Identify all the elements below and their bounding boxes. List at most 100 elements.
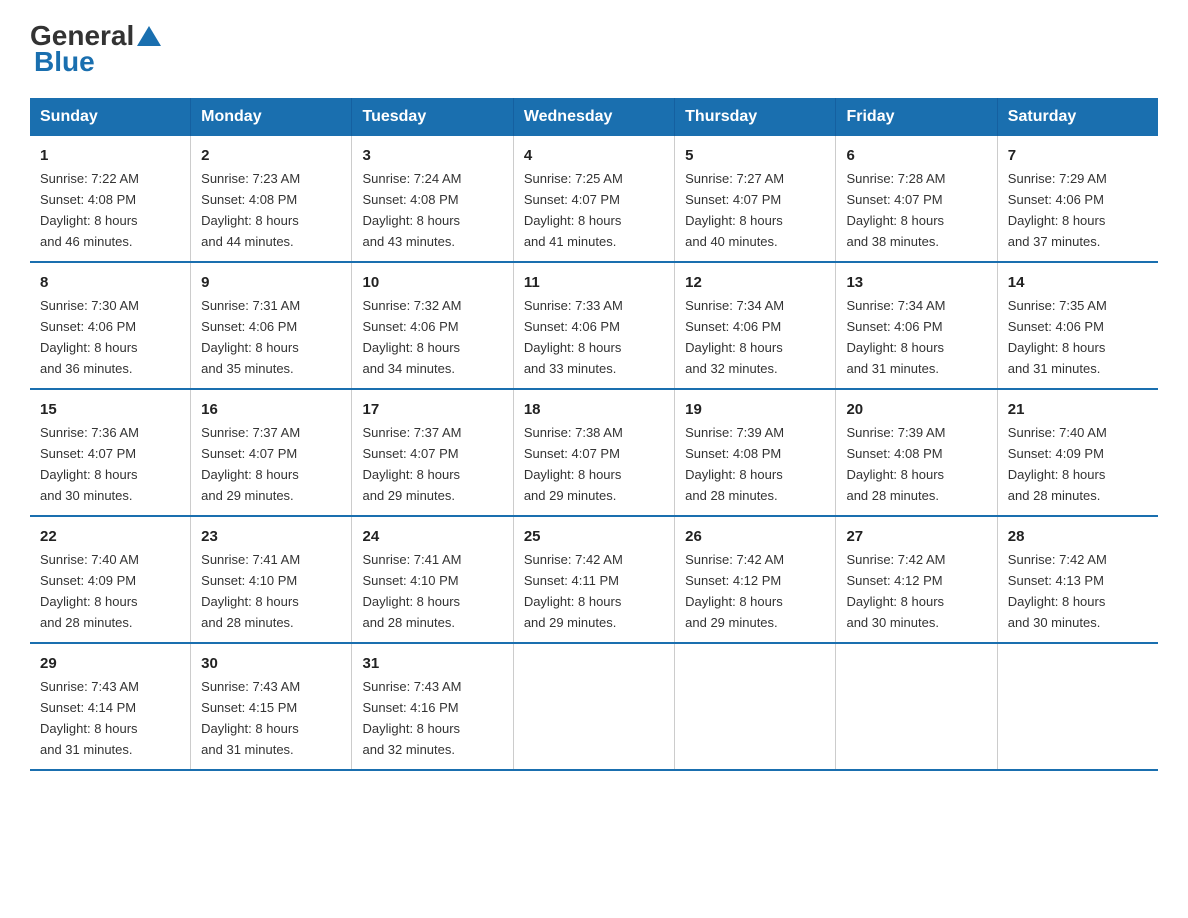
day-number: 20 — [846, 398, 986, 421]
day-info: Sunrise: 7:25 AMSunset: 4:07 PMDaylight:… — [524, 171, 623, 249]
calendar-week-row: 1 Sunrise: 7:22 AMSunset: 4:08 PMDayligh… — [30, 136, 1158, 262]
day-number: 27 — [846, 525, 986, 548]
calendar-cell: 10 Sunrise: 7:32 AMSunset: 4:06 PMDaylig… — [352, 262, 513, 389]
calendar-week-row: 8 Sunrise: 7:30 AMSunset: 4:06 PMDayligh… — [30, 262, 1158, 389]
day-info: Sunrise: 7:30 AMSunset: 4:06 PMDaylight:… — [40, 298, 139, 376]
day-info: Sunrise: 7:41 AMSunset: 4:10 PMDaylight:… — [201, 552, 300, 630]
day-number: 4 — [524, 144, 664, 167]
calendar-cell: 8 Sunrise: 7:30 AMSunset: 4:06 PMDayligh… — [30, 262, 191, 389]
calendar-cell: 20 Sunrise: 7:39 AMSunset: 4:08 PMDaylig… — [836, 389, 997, 516]
day-number: 9 — [201, 271, 341, 294]
calendar-week-row: 22 Sunrise: 7:40 AMSunset: 4:09 PMDaylig… — [30, 516, 1158, 643]
calendar-cell — [836, 643, 997, 770]
day-info: Sunrise: 7:42 AMSunset: 4:13 PMDaylight:… — [1008, 552, 1107, 630]
day-info: Sunrise: 7:28 AMSunset: 4:07 PMDaylight:… — [846, 171, 945, 249]
calendar-day-header: Wednesday — [513, 98, 674, 136]
day-number: 12 — [685, 271, 825, 294]
day-number: 13 — [846, 271, 986, 294]
day-number: 31 — [362, 652, 502, 675]
calendar-cell: 27 Sunrise: 7:42 AMSunset: 4:12 PMDaylig… — [836, 516, 997, 643]
calendar-cell: 19 Sunrise: 7:39 AMSunset: 4:08 PMDaylig… — [675, 389, 836, 516]
calendar-cell: 13 Sunrise: 7:34 AMSunset: 4:06 PMDaylig… — [836, 262, 997, 389]
day-number: 17 — [362, 398, 502, 421]
calendar-cell: 31 Sunrise: 7:43 AMSunset: 4:16 PMDaylig… — [352, 643, 513, 770]
logo-blue-text: Blue — [34, 46, 95, 78]
day-info: Sunrise: 7:29 AMSunset: 4:06 PMDaylight:… — [1008, 171, 1107, 249]
day-info: Sunrise: 7:38 AMSunset: 4:07 PMDaylight:… — [524, 425, 623, 503]
calendar-week-row: 29 Sunrise: 7:43 AMSunset: 4:14 PMDaylig… — [30, 643, 1158, 770]
calendar-cell: 12 Sunrise: 7:34 AMSunset: 4:06 PMDaylig… — [675, 262, 836, 389]
day-number: 6 — [846, 144, 986, 167]
calendar-day-header: Thursday — [675, 98, 836, 136]
day-number: 3 — [362, 144, 502, 167]
calendar-cell: 5 Sunrise: 7:27 AMSunset: 4:07 PMDayligh… — [675, 136, 836, 262]
calendar-table: SundayMondayTuesdayWednesdayThursdayFrid… — [30, 98, 1158, 771]
day-info: Sunrise: 7:42 AMSunset: 4:12 PMDaylight:… — [685, 552, 784, 630]
calendar-cell — [513, 643, 674, 770]
day-number: 14 — [1008, 271, 1148, 294]
day-number: 18 — [524, 398, 664, 421]
calendar-cell: 24 Sunrise: 7:41 AMSunset: 4:10 PMDaylig… — [352, 516, 513, 643]
day-number: 29 — [40, 652, 180, 675]
calendar-cell: 11 Sunrise: 7:33 AMSunset: 4:06 PMDaylig… — [513, 262, 674, 389]
logo: General Blue — [30, 20, 162, 78]
calendar-cell: 29 Sunrise: 7:43 AMSunset: 4:14 PMDaylig… — [30, 643, 191, 770]
day-info: Sunrise: 7:24 AMSunset: 4:08 PMDaylight:… — [362, 171, 461, 249]
calendar-week-row: 15 Sunrise: 7:36 AMSunset: 4:07 PMDaylig… — [30, 389, 1158, 516]
day-info: Sunrise: 7:32 AMSunset: 4:06 PMDaylight:… — [362, 298, 461, 376]
calendar-cell: 9 Sunrise: 7:31 AMSunset: 4:06 PMDayligh… — [191, 262, 352, 389]
day-number: 10 — [362, 271, 502, 294]
day-info: Sunrise: 7:35 AMSunset: 4:06 PMDaylight:… — [1008, 298, 1107, 376]
calendar-cell: 26 Sunrise: 7:42 AMSunset: 4:12 PMDaylig… — [675, 516, 836, 643]
calendar-cell: 15 Sunrise: 7:36 AMSunset: 4:07 PMDaylig… — [30, 389, 191, 516]
day-number: 21 — [1008, 398, 1148, 421]
day-number: 19 — [685, 398, 825, 421]
calendar-cell: 23 Sunrise: 7:41 AMSunset: 4:10 PMDaylig… — [191, 516, 352, 643]
day-number: 8 — [40, 271, 180, 294]
day-number: 25 — [524, 525, 664, 548]
day-info: Sunrise: 7:34 AMSunset: 4:06 PMDaylight:… — [846, 298, 945, 376]
day-number: 30 — [201, 652, 341, 675]
page-header: General Blue — [30, 20, 1158, 78]
day-info: Sunrise: 7:43 AMSunset: 4:15 PMDaylight:… — [201, 679, 300, 757]
calendar-cell: 7 Sunrise: 7:29 AMSunset: 4:06 PMDayligh… — [997, 136, 1158, 262]
calendar-cell: 30 Sunrise: 7:43 AMSunset: 4:15 PMDaylig… — [191, 643, 352, 770]
calendar-header-row: SundayMondayTuesdayWednesdayThursdayFrid… — [30, 98, 1158, 136]
day-info: Sunrise: 7:37 AMSunset: 4:07 PMDaylight:… — [201, 425, 300, 503]
calendar-cell: 21 Sunrise: 7:40 AMSunset: 4:09 PMDaylig… — [997, 389, 1158, 516]
day-info: Sunrise: 7:39 AMSunset: 4:08 PMDaylight:… — [685, 425, 784, 503]
calendar-day-header: Sunday — [30, 98, 191, 136]
day-number: 15 — [40, 398, 180, 421]
calendar-cell: 25 Sunrise: 7:42 AMSunset: 4:11 PMDaylig… — [513, 516, 674, 643]
day-info: Sunrise: 7:33 AMSunset: 4:06 PMDaylight:… — [524, 298, 623, 376]
day-info: Sunrise: 7:34 AMSunset: 4:06 PMDaylight:… — [685, 298, 784, 376]
day-info: Sunrise: 7:23 AMSunset: 4:08 PMDaylight:… — [201, 171, 300, 249]
day-number: 7 — [1008, 144, 1148, 167]
day-info: Sunrise: 7:40 AMSunset: 4:09 PMDaylight:… — [1008, 425, 1107, 503]
calendar-cell: 1 Sunrise: 7:22 AMSunset: 4:08 PMDayligh… — [30, 136, 191, 262]
day-number: 16 — [201, 398, 341, 421]
logo-triangle-icon — [137, 26, 161, 46]
day-number: 1 — [40, 144, 180, 167]
day-info: Sunrise: 7:43 AMSunset: 4:14 PMDaylight:… — [40, 679, 139, 757]
day-info: Sunrise: 7:42 AMSunset: 4:12 PMDaylight:… — [846, 552, 945, 630]
calendar-cell: 4 Sunrise: 7:25 AMSunset: 4:07 PMDayligh… — [513, 136, 674, 262]
day-number: 5 — [685, 144, 825, 167]
calendar-cell: 6 Sunrise: 7:28 AMSunset: 4:07 PMDayligh… — [836, 136, 997, 262]
calendar-day-header: Friday — [836, 98, 997, 136]
calendar-cell: 14 Sunrise: 7:35 AMSunset: 4:06 PMDaylig… — [997, 262, 1158, 389]
calendar-cell: 2 Sunrise: 7:23 AMSunset: 4:08 PMDayligh… — [191, 136, 352, 262]
calendar-cell: 16 Sunrise: 7:37 AMSunset: 4:07 PMDaylig… — [191, 389, 352, 516]
day-number: 26 — [685, 525, 825, 548]
day-number: 2 — [201, 144, 341, 167]
day-info: Sunrise: 7:40 AMSunset: 4:09 PMDaylight:… — [40, 552, 139, 630]
calendar-cell: 28 Sunrise: 7:42 AMSunset: 4:13 PMDaylig… — [997, 516, 1158, 643]
day-info: Sunrise: 7:31 AMSunset: 4:06 PMDaylight:… — [201, 298, 300, 376]
day-info: Sunrise: 7:27 AMSunset: 4:07 PMDaylight:… — [685, 171, 784, 249]
day-info: Sunrise: 7:36 AMSunset: 4:07 PMDaylight:… — [40, 425, 139, 503]
calendar-cell: 17 Sunrise: 7:37 AMSunset: 4:07 PMDaylig… — [352, 389, 513, 516]
calendar-cell — [675, 643, 836, 770]
day-info: Sunrise: 7:43 AMSunset: 4:16 PMDaylight:… — [362, 679, 461, 757]
day-number: 24 — [362, 525, 502, 548]
day-info: Sunrise: 7:41 AMSunset: 4:10 PMDaylight:… — [362, 552, 461, 630]
